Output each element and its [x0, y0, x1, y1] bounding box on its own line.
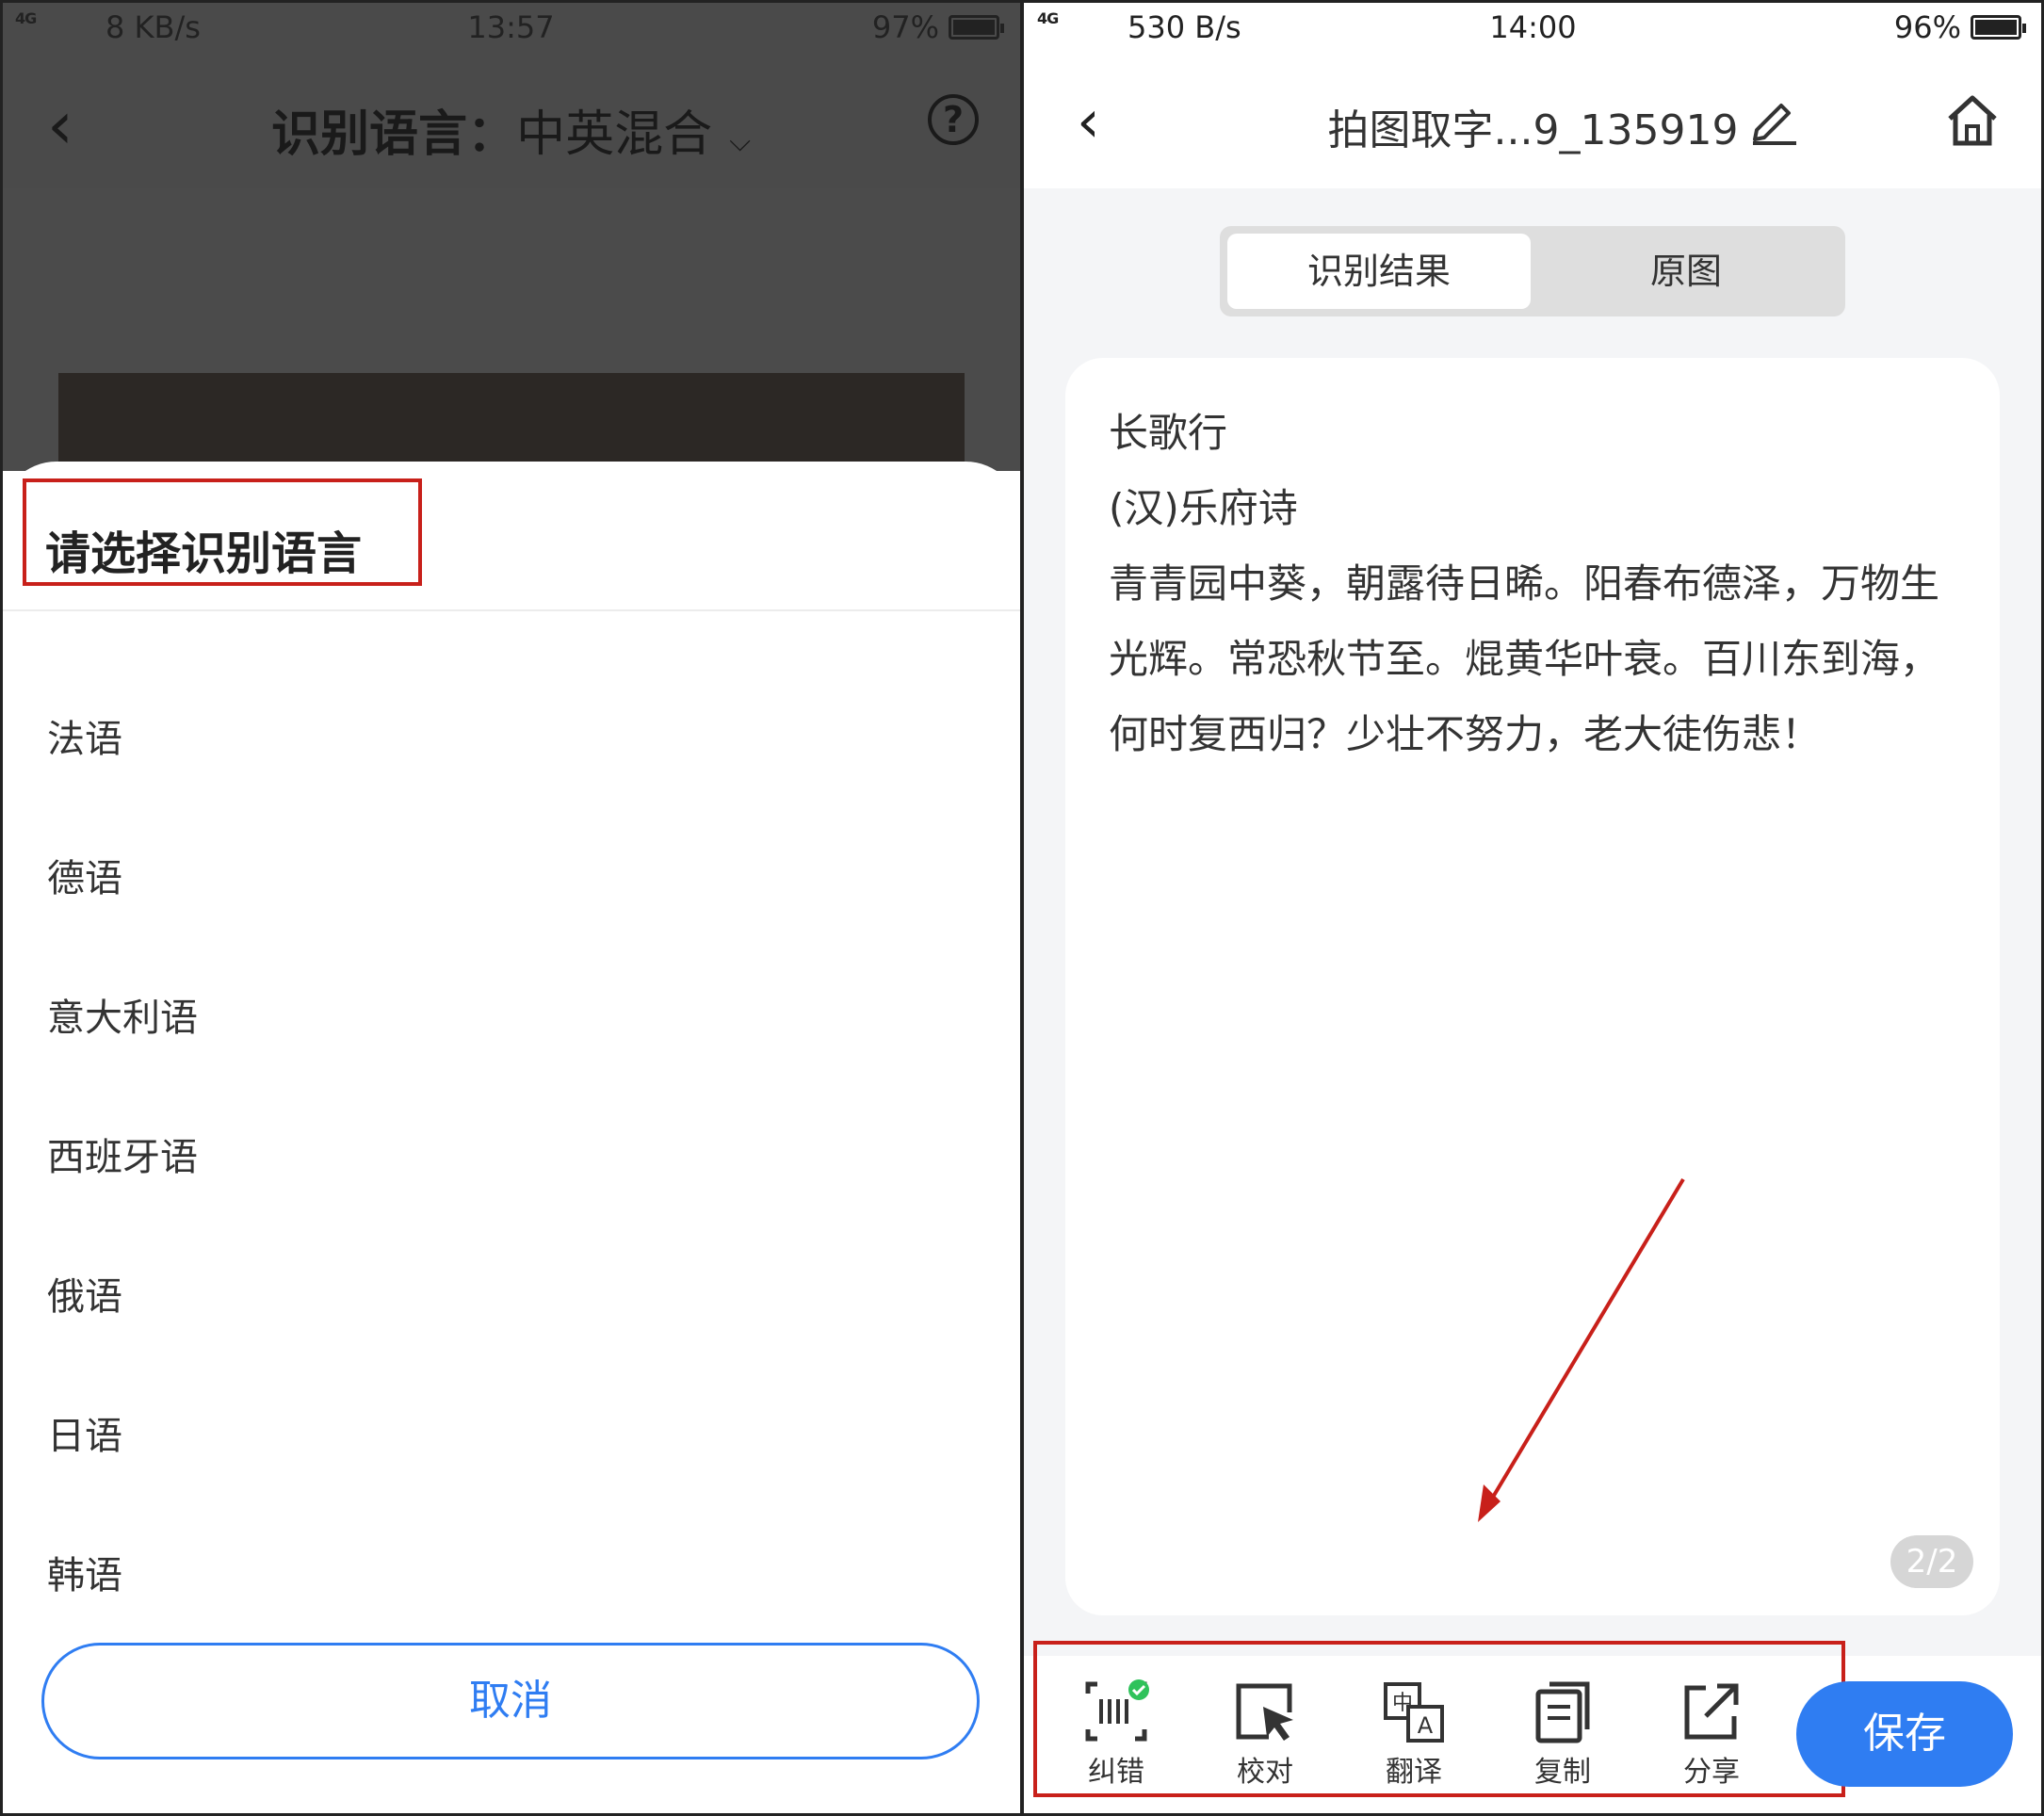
language-label: 识别语言：	[271, 106, 517, 163]
language-option[interactable]: 意大利语	[47, 987, 198, 1042]
svg-text:A: A	[1418, 1712, 1434, 1739]
battery-percent: 97%	[871, 9, 939, 45]
dimmed-background	[0, 188, 1022, 486]
share-button[interactable]: 分享	[1655, 1678, 1768, 1790]
annotation-arrow	[1478, 1177, 1685, 1522]
screenshot-composite: 4G 8 KB/s 13:57 97% ‹ 识别语言：中英混合 ⌵ ? 请选择识…	[0, 0, 2044, 1816]
status-bar: 4G 8 KB/s 13:57 97%	[0, 0, 1022, 55]
divider	[0, 609, 1022, 611]
translate-icon: 中 A	[1384, 1682, 1444, 1743]
cancel-button[interactable]: 取消	[41, 1643, 980, 1759]
clock: 13:57	[467, 9, 555, 45]
save-button[interactable]: 保存	[1796, 1681, 2013, 1787]
language-option[interactable]: 韩语	[47, 1545, 122, 1599]
copy-icon	[1535, 1681, 1590, 1743]
toolbar-label: 纠错	[1088, 1756, 1144, 1789]
toolbar-label: 复制	[1534, 1756, 1591, 1789]
help-icon[interactable]: ?	[928, 94, 979, 145]
translate-button[interactable]: 中 A 翻译	[1357, 1678, 1470, 1790]
scan-correct-icon	[1085, 1679, 1149, 1742]
toolbar-label: 分享	[1683, 1756, 1740, 1789]
highlight-box	[23, 478, 422, 586]
language-option[interactable]: 日语	[47, 1405, 122, 1460]
share-icon	[1684, 1683, 1739, 1740]
cursor-select-icon	[1236, 1683, 1293, 1741]
battery-icon	[949, 15, 1004, 40]
language-value: 中英混合	[516, 106, 713, 163]
proofread-button[interactable]: 校对	[1209, 1678, 1322, 1790]
ocr-result-screen: 4G 530 B/s 14:00 96% ‹ 拍图取字...9_135919 识…	[1022, 0, 2044, 1816]
language-option[interactable]: 西班牙语	[47, 1127, 198, 1181]
chevron-down-icon: ⌵	[729, 125, 751, 158]
panel-divider	[1020, 0, 1024, 1816]
language-option[interactable]: 德语	[47, 848, 122, 902]
language-option[interactable]: 法语	[47, 708, 122, 763]
copy-button[interactable]: 复制	[1506, 1678, 1619, 1790]
language-bottom-sheet: 请选择识别语言 法语 德语 意大利语 西班牙语 俄语 日语 韩语 取消	[0, 462, 1022, 1816]
toolbar-label: 翻译	[1386, 1756, 1442, 1789]
top-navigation: ‹ 识别语言：中英混合 ⌵ ?	[0, 55, 1022, 188]
language-dropdown[interactable]: 识别语言：中英混合 ⌵	[0, 94, 1022, 165]
battery-status: 97%	[871, 9, 1004, 45]
language-option[interactable]: 俄语	[47, 1266, 122, 1321]
correct-button[interactable]: 纠错	[1060, 1678, 1173, 1790]
language-select-screen: 4G 8 KB/s 13:57 97% ‹ 识别语言：中英混合 ⌵ ? 请选择识…	[0, 0, 1022, 1816]
toolbar-label: 校对	[1237, 1756, 1293, 1789]
